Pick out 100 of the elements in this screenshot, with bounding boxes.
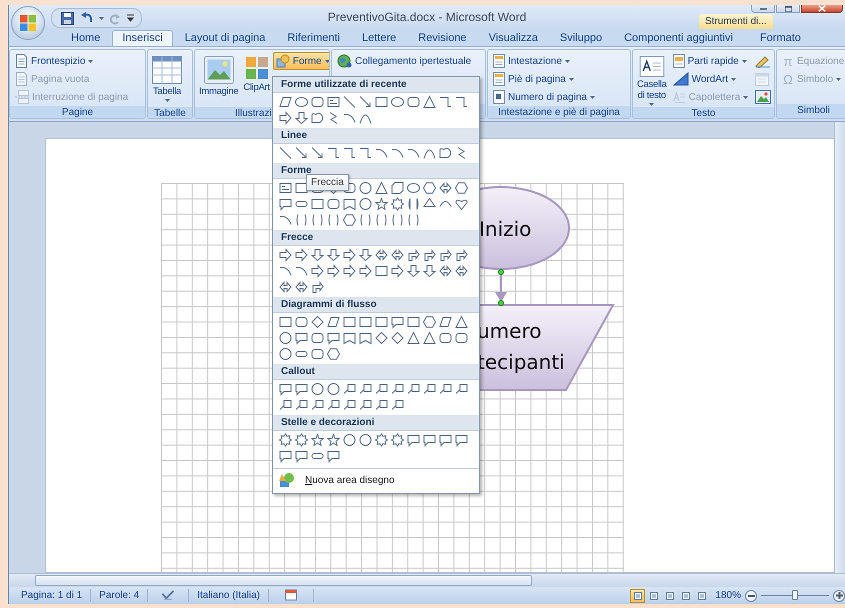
shape-icon[interactable] (392, 317, 404, 329)
ribbon-button[interactable]: Immagine (197, 52, 240, 107)
shape-icon[interactable] (456, 435, 468, 447)
shape-icon[interactable] (456, 333, 468, 343)
ribbon-button[interactable]: Tabella (150, 52, 184, 107)
shape-icon[interactable] (392, 182, 404, 194)
zoom-in-button[interactable] (833, 590, 845, 602)
minimize-button[interactable] (751, 5, 775, 13)
ribbon-tab[interactable]: Formato (744, 30, 816, 46)
shape-icon[interactable] (424, 384, 436, 394)
shape-icon[interactable] (376, 266, 388, 276)
shape-icon[interactable] (392, 384, 404, 394)
shape-icon[interactable] (440, 384, 452, 394)
shape-icon[interactable] (326, 249, 340, 262)
shape-icon[interactable] (344, 148, 356, 158)
shape-icon[interactable] (439, 182, 452, 194)
shape-icon[interactable] (392, 148, 404, 158)
shape-icon[interactable] (375, 249, 388, 261)
shape-icon[interactable] (312, 112, 324, 123)
shape-icon[interactable] (295, 281, 308, 293)
shape-icon[interactable] (360, 264, 372, 278)
shape-icon[interactable] (294, 433, 308, 447)
shape-icon[interactable] (423, 95, 436, 108)
shape-icon[interactable] (326, 433, 340, 447)
shape-icon[interactable] (456, 384, 468, 394)
zoom-level[interactable]: 180% (715, 590, 741, 601)
ribbon-tab[interactable]: Lettere (352, 30, 406, 46)
save-button[interactable] (60, 12, 75, 24)
ribbon-button[interactable]: Numero di pagina (490, 88, 598, 106)
shape-icon[interactable] (280, 384, 292, 396)
shape-icon[interactable] (360, 214, 370, 226)
shape-icon[interactable] (312, 97, 324, 107)
shape-icon[interactable] (360, 114, 372, 124)
vertical-scrollbar[interactable] (834, 122, 845, 573)
shape-icon[interactable] (408, 97, 420, 107)
ribbon-tab[interactable]: Revisione (408, 30, 477, 46)
shape-icon[interactable] (296, 351, 308, 357)
shape-icon[interactable] (408, 214, 418, 226)
shape-icon[interactable] (391, 97, 404, 107)
shape-icon[interactable] (360, 198, 372, 210)
shape-icon[interactable] (296, 266, 308, 276)
shape-icon[interactable] (458, 147, 466, 159)
shape-icon[interactable] (280, 400, 292, 410)
shape-icon[interactable] (408, 384, 420, 394)
ribbon-button[interactable]: Forme (272, 52, 329, 70)
shape-icon[interactable] (360, 434, 372, 446)
page-count[interactable]: Pagina: 1 di 1 (13, 589, 92, 602)
shape-icon[interactable] (408, 148, 420, 158)
ribbon-button[interactable]: Collegamento ipertestuale (334, 52, 474, 70)
horizontal-scrollbar[interactable] (9, 573, 845, 587)
close-button[interactable] (801, 5, 843, 13)
undo-button[interactable] (79, 12, 95, 24)
shape-icon[interactable] (296, 248, 308, 262)
maximize-button[interactable] (776, 5, 800, 13)
shape-icon[interactable] (456, 200, 468, 210)
shape-icon[interactable] (294, 112, 308, 124)
shape-icon[interactable] (455, 315, 468, 328)
shape-icon[interactable] (456, 249, 468, 261)
shape-icon[interactable] (310, 433, 324, 447)
ribbon-tab[interactable]: Componenti aggiuntivi (614, 30, 743, 46)
shape-icon[interactable] (440, 333, 452, 343)
ribbon-button[interactable]: Frontespizio (12, 52, 132, 70)
shape-icon[interactable] (390, 433, 404, 447)
shape-icon[interactable] (344, 384, 356, 394)
shape-icon[interactable] (454, 182, 468, 194)
shape-icon[interactable] (310, 249, 324, 262)
shape-icon[interactable] (280, 248, 292, 262)
shape-icon[interactable] (344, 248, 356, 262)
shape-icon[interactable] (311, 316, 324, 328)
office-button[interactable] (11, 6, 45, 40)
shape-icon[interactable] (296, 317, 308, 327)
shape-icon[interactable] (296, 183, 308, 193)
shape-icon[interactable] (360, 333, 372, 344)
shape-icon[interactable] (328, 264, 340, 278)
shape-icon[interactable] (312, 147, 322, 158)
shape-icon[interactable] (344, 434, 356, 446)
shape-icon[interactable] (312, 333, 324, 343)
shape-icon[interactable] (328, 97, 340, 107)
shape-icon[interactable] (280, 451, 292, 463)
shape-icon[interactable] (328, 214, 338, 226)
shape-icon[interactable] (376, 97, 388, 107)
shape-icon[interactable] (296, 333, 308, 345)
shape-icon[interactable] (296, 400, 308, 410)
shape-icon[interactable] (328, 148, 340, 158)
shape-icon[interactable] (328, 199, 340, 209)
shape-icon[interactable] (422, 265, 436, 278)
shape-icon[interactable] (280, 111, 292, 125)
shape-icon[interactable] (280, 183, 292, 193)
word-count[interactable]: Parole: 4 (91, 589, 148, 602)
shape-icon[interactable] (312, 349, 324, 359)
shape-icon[interactable] (408, 317, 420, 327)
shape-icon[interactable] (424, 435, 436, 447)
shape-icon[interactable] (296, 147, 306, 158)
shape-icon[interactable] (358, 249, 372, 262)
slider-thumb[interactable] (792, 590, 798, 600)
shape-icon[interactable] (392, 264, 404, 278)
shape-icon[interactable] (280, 332, 292, 344)
shape-icon[interactable] (391, 249, 404, 261)
shape-icon[interactable] (440, 148, 452, 158)
shape-icon[interactable] (392, 400, 404, 410)
